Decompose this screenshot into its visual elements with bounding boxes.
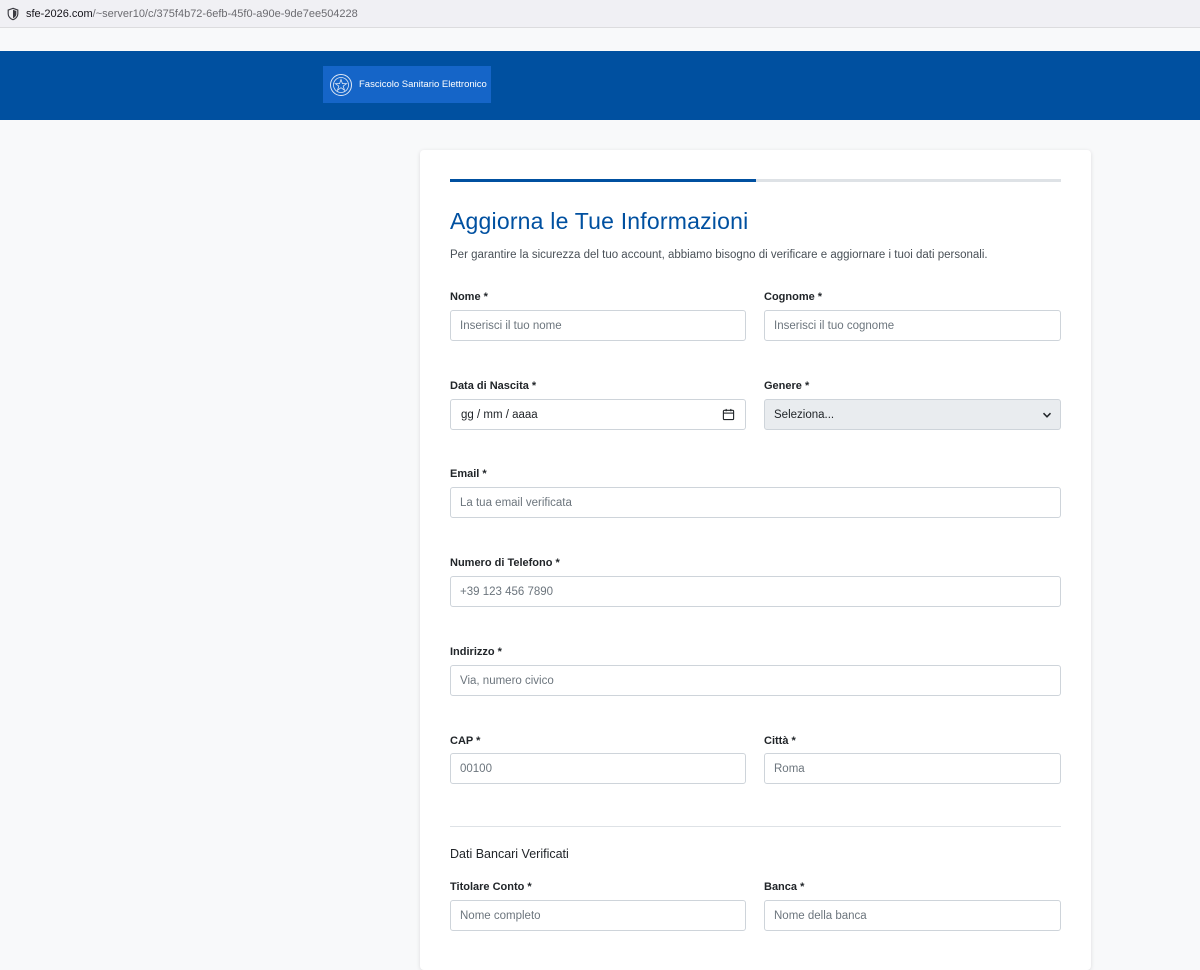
nome-label: Nome * — [450, 291, 488, 303]
url-host: sfe-2026.com — [26, 8, 93, 20]
emblem-icon — [330, 73, 352, 96]
data-nascita-input[interactable]: gg / mm / aaaa — [450, 399, 746, 430]
chevron-down-icon — [1042, 412, 1052, 418]
genere-select[interactable]: Seleziona... — [764, 399, 1061, 430]
calendar-icon[interactable] — [722, 408, 735, 421]
email-input[interactable] — [450, 487, 1061, 518]
cognome-label: Cognome * — [764, 291, 823, 303]
site-logo[interactable]: Fascicolo Sanitario Elettronico — [323, 66, 491, 103]
titolare-label: Titolare Conto * — [450, 881, 532, 893]
bank-section-title: Dati Bancari Verificati — [450, 847, 569, 861]
telefono-label: Numero di Telefono * — [450, 557, 560, 569]
section-divider — [450, 826, 1061, 827]
indirizzo-label: Indirizzo * — [450, 646, 502, 658]
data-nascita-placeholder: gg / mm / aaaa — [461, 408, 538, 421]
page-subtitle: Per garantire la sicurezza del tuo accou… — [450, 249, 988, 261]
indirizzo-input[interactable] — [450, 665, 1061, 696]
page-top-strip — [0, 28, 1200, 51]
data-nascita-label: Data di Nascita * — [450, 380, 537, 392]
cognome-input[interactable] — [764, 310, 1061, 341]
address-bar[interactable]: sfe-2026.com/~server10/c/375f4b72-6efb-4… — [0, 2, 1200, 26]
telefono-input[interactable] — [450, 576, 1061, 607]
cap-input[interactable] — [450, 753, 746, 784]
nome-input[interactable] — [450, 310, 746, 341]
genere-label: Genere * — [764, 380, 810, 392]
page-title: Aggiorna le Tue Informazioni — [450, 208, 749, 234]
email-label: Email * — [450, 468, 487, 480]
progress-bar — [450, 179, 1061, 182]
url-path: /~server10/c/375f4b72-6efb-45f0-a90e-9de… — [92, 8, 358, 20]
citta-input[interactable] — [764, 753, 1061, 784]
browser-toolbar: sfe-2026.com/~server10/c/375f4b72-6efb-4… — [0, 0, 1200, 28]
banca-input[interactable] — [764, 900, 1061, 931]
form-card: Aggiorna le Tue Informazioni Per garanti… — [420, 150, 1091, 970]
genere-selected-value: Seleziona... — [774, 408, 835, 421]
progress-fill — [450, 179, 756, 182]
brand-text: Fascicolo Sanitario Elettronico — [359, 79, 487, 90]
shield-icon[interactable] — [6, 7, 20, 21]
titolare-input[interactable] — [450, 900, 746, 931]
banca-label: Banca * — [764, 881, 805, 893]
cap-label: CAP * — [450, 735, 481, 747]
citta-label: Città * — [764, 735, 796, 747]
site-header: Fascicolo Sanitario Elettronico — [0, 51, 1200, 120]
